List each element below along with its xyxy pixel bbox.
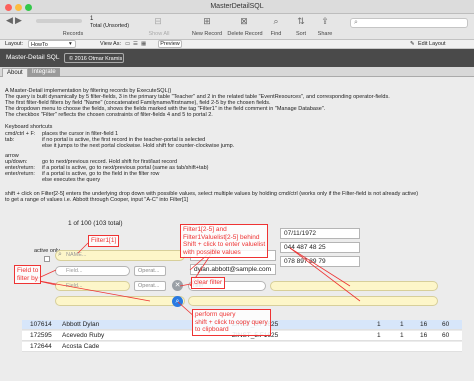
search-input[interactable]: ⌕: [350, 18, 468, 28]
edit-layout-button[interactable]: Edit Layout: [418, 41, 446, 47]
search-icon: ⌕: [354, 19, 358, 26]
callout-clear-filter: clear filter: [191, 277, 226, 289]
app-window: MasterDetailSQL ◀ ▶ 1 Total (Unsorted) R…: [0, 0, 474, 381]
callout-field-to-filter: Field to filter by: [14, 265, 42, 284]
tab-integrate-label: Integrate: [32, 69, 56, 75]
copyright-text: © 2016 Otmar Kramis: [69, 56, 123, 62]
zoom-window-button[interactable]: [25, 4, 32, 11]
find-button[interactable]: Find: [266, 31, 286, 37]
record-slider[interactable]: [36, 19, 82, 23]
about-content: A Master-Detail implementation by filter…: [0, 78, 474, 381]
chevron-down-icon: ▾: [69, 41, 72, 47]
new-record-button[interactable]: New Record: [188, 31, 226, 37]
layout-value: HowTo: [31, 42, 48, 48]
form-view-icon[interactable]: ▭: [125, 41, 130, 47]
tab-about-label: About: [7, 70, 23, 76]
preview-button[interactable]: Preview: [158, 40, 182, 48]
new-record-icon[interactable]: ⊞: [201, 16, 213, 27]
tab-about[interactable]: About: [2, 68, 28, 77]
total-label: Total (Unsorted): [90, 23, 130, 29]
tab-bar: About Integrate: [0, 67, 474, 77]
callout-filter1: Filter1[1]: [88, 235, 120, 247]
close-window-button[interactable]: [5, 4, 12, 11]
title-bar: MasterDetailSQL: [0, 0, 474, 14]
app-name: Master-Detail SQL: [6, 54, 60, 61]
layout-label: Layout:: [5, 41, 24, 47]
callout-filter2-5-text: Filter1[2-5] and Filter1Valuelist[2-5] b…: [183, 226, 266, 256]
view-as-label: View As:: [100, 41, 121, 47]
callout-perform-query: perform query shift + click to copy quer…: [192, 309, 271, 336]
window-title: MasterDetailSQL: [210, 3, 264, 10]
preview-label: Preview: [160, 41, 180, 47]
callout-field-to-filter-text: Field to filter by: [17, 267, 39, 282]
copyright-badge: © 2016 Otmar Kramis: [64, 53, 124, 63]
callout-clear-filter-text: clear filter: [194, 279, 223, 286]
toolbar: ◀ ▶ 1 Total (Unsorted) Records ⊟ Show Al…: [0, 14, 474, 40]
table-view-icon[interactable]: ▦: [141, 41, 146, 47]
share-icon[interactable]: ⇪: [319, 16, 331, 27]
callout-perform-query-text: perform query shift + click to copy quer…: [195, 311, 268, 333]
sort-icon[interactable]: ⇅: [295, 16, 307, 27]
callout-filter1-text: Filter1[1]: [91, 237, 117, 244]
next-record-icon[interactable]: ▶: [15, 15, 22, 26]
delete-record-icon[interactable]: ⊠: [238, 16, 250, 27]
tab-integrate[interactable]: Integrate: [28, 68, 60, 77]
callout-filter2-5: Filter1[2-5] and Filter1Valuelist[2-5] b…: [180, 224, 269, 258]
record-number: 1: [90, 16, 94, 22]
share-button[interactable]: Share: [313, 31, 337, 37]
prev-record-icon[interactable]: ◀: [6, 15, 13, 26]
find-icon[interactable]: ⌕: [270, 16, 282, 27]
show-all-icon[interactable]: ⊟: [152, 16, 164, 27]
delete-record-button[interactable]: Delete Record: [224, 31, 266, 37]
sort-button[interactable]: Sort: [291, 31, 311, 37]
show-all-button[interactable]: Show All: [142, 31, 176, 37]
minimize-window-button[interactable]: [15, 4, 22, 11]
list-view-icon[interactable]: ☰: [133, 41, 138, 47]
layout-header: Master-Detail SQL © 2016 Otmar Kramis: [0, 49, 474, 67]
edit-layout-icon[interactable]: ✎: [410, 41, 415, 47]
layout-bar: Layout: HowTo ▾ View As: ▭ ☰ ▦ Preview ✎…: [0, 40, 474, 49]
records-label: Records: [62, 31, 84, 37]
layout-select[interactable]: HowTo ▾: [28, 40, 76, 48]
